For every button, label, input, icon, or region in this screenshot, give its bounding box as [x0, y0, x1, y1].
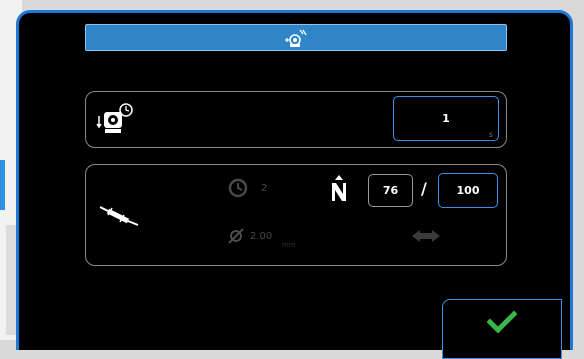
dialog-title-bar — [85, 24, 507, 51]
pump-timer-icon — [96, 103, 133, 133]
delay-unit: s — [488, 130, 493, 139]
clock-icon — [228, 178, 248, 198]
speed-max-input[interactable]: 100 — [438, 173, 498, 208]
confirm-button[interactable] — [442, 299, 562, 359]
pump-settings-panel: 2 2.00 mm 76 / 100 — [85, 164, 507, 266]
speed-value: 76 — [382, 184, 399, 197]
time-value: 2 — [261, 183, 268, 194]
pump-settings-dialog: 1 s 2 2.00 mm 76 / 100 — [16, 10, 573, 359]
diameter-unit: mm — [282, 241, 296, 249]
syringe-icon — [99, 206, 139, 226]
diameter-icon — [228, 228, 244, 244]
reverse-direction-icon[interactable] — [408, 227, 444, 245]
diameter-value: 2.00 — [250, 231, 273, 242]
speed-separator: / — [421, 179, 427, 198]
background-accent — [0, 160, 5, 210]
delay-panel: 1 s — [85, 91, 507, 148]
speed-input[interactable]: 76 — [368, 174, 413, 207]
pump-manual-icon — [285, 29, 307, 47]
rpm-n-icon — [332, 175, 346, 201]
background-scrollbar — [6, 225, 16, 335]
delay-input[interactable]: 1 s — [393, 96, 499, 141]
speed-max-value: 100 — [456, 184, 480, 197]
delay-value: 1 — [442, 112, 450, 125]
checkmark-icon — [487, 310, 517, 334]
